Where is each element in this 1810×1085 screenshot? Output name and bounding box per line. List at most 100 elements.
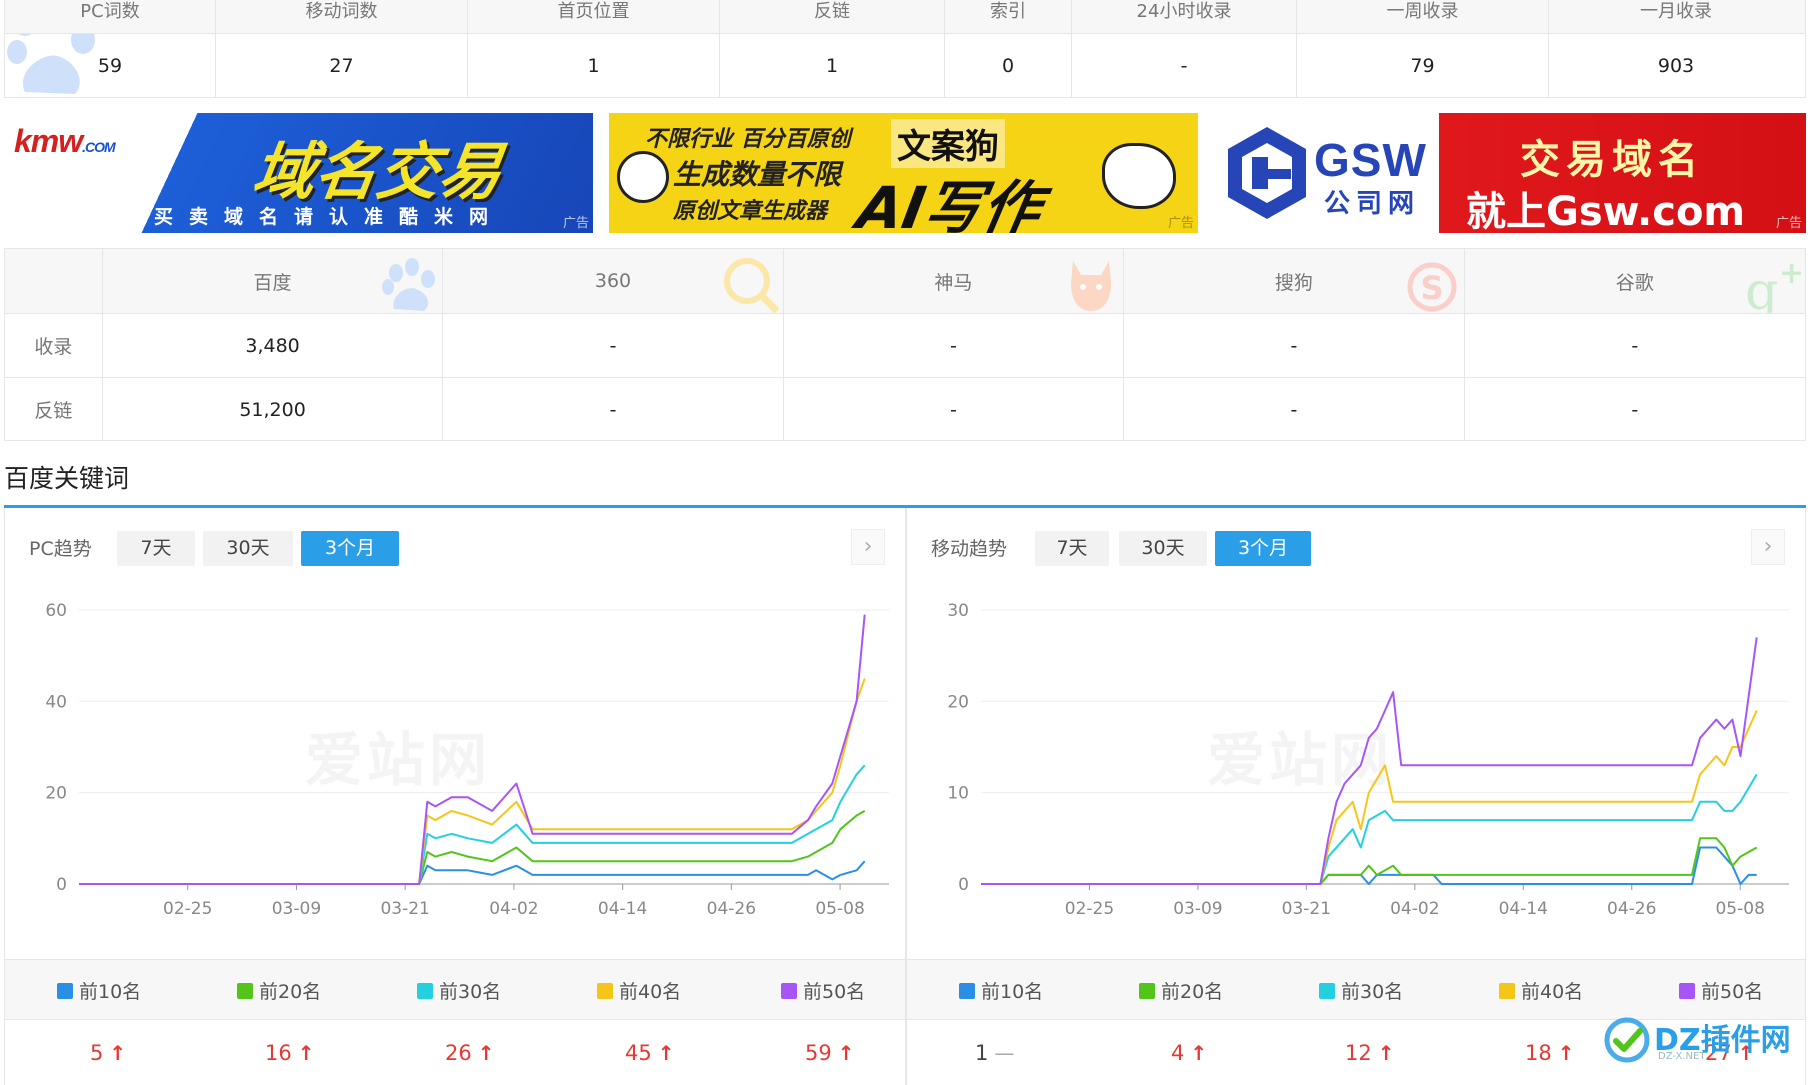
- series-line-1[interactable]: [79, 860, 866, 885]
- legend-swatch: [1679, 982, 1695, 999]
- stat-value: 1: [975, 1040, 989, 1065]
- engine-name: 神马: [934, 271, 973, 294]
- stat-top10: 5 ↑: [90, 1020, 126, 1085]
- x-tick-label: 03-21: [380, 899, 429, 919]
- engine-header-360[interactable]: 360: [443, 249, 784, 313]
- stat-top20: 16 ↑: [265, 1020, 315, 1085]
- chevron-right-icon[interactable]: ›: [851, 529, 885, 565]
- legend-swatch: [1139, 982, 1155, 999]
- stat-top50: 59 ↑: [805, 1020, 855, 1085]
- ad-banner-gsw[interactable]: GSW 公司网 交易域名 就上Gsw.com 广告: [1214, 113, 1806, 233]
- ad-banner-domain-trade[interactable]: kmw.COM 域名交易 买卖域名请认准酷米网 广告: [4, 113, 593, 233]
- ad-line1: 交易域名: [1520, 137, 1704, 183]
- arrow-up-icon: ↑: [837, 1040, 855, 1065]
- google-plus-icon: g +: [1745, 256, 1804, 313]
- legend-item-top20[interactable]: 前20名: [1139, 960, 1223, 1021]
- x-tick-label: 04-02: [489, 899, 538, 919]
- range-7d-button[interactable]: 7天: [117, 531, 195, 566]
- range-7d-button[interactable]: 7天: [1035, 531, 1109, 566]
- stat-value: 0: [945, 34, 1072, 98]
- stat-header-label: 索引: [990, 1, 1026, 22]
- series-line-3[interactable]: [79, 764, 866, 885]
- y-tick-label: 20: [947, 692, 969, 712]
- ad-line2: 生成数量不限: [673, 158, 842, 191]
- stat-header-label: 反链: [814, 1, 850, 22]
- y-tick-label: 30: [947, 601, 969, 621]
- engine-header-row: 百度 360 神马 搜狗 S 谷歌 g +: [5, 249, 1805, 313]
- rank-stats: 5 ↑ 16 ↑ 26 ↑ 45 ↑ 59 ↑: [5, 1020, 905, 1085]
- series-line-2[interactable]: [79, 810, 866, 885]
- ad-headline: 域名交易: [248, 135, 507, 208]
- ad-line1: 不限行业 百分百原创: [645, 127, 851, 152]
- section-title: 百度关键词: [4, 464, 130, 493]
- engine-value: -: [1124, 378, 1465, 441]
- stat-value: -: [1072, 34, 1297, 98]
- legend-label: 前30名: [1341, 981, 1404, 1003]
- chart-legend: 前10名 前20名 前30名 前40名 前50名: [5, 959, 905, 1020]
- legend-item-top40[interactable]: 前40名: [597, 960, 681, 1021]
- legend-swatch: [1499, 982, 1515, 999]
- stat-top30: 26 ↑: [445, 1020, 495, 1085]
- engine-name: 搜狗: [1274, 271, 1313, 294]
- fist-icon: [617, 151, 669, 203]
- search-engine-table: 百度 360 神马 搜狗 S 谷歌 g + 收录 3,480 - - - - 反…: [4, 248, 1806, 441]
- engine-header-google[interactable]: 谷歌 g +: [1465, 249, 1805, 313]
- stat-header-label: 一周收录: [1386, 1, 1459, 22]
- legend-item-top50[interactable]: 前50名: [781, 960, 865, 1021]
- y-tick-label: 0: [958, 875, 969, 895]
- pc-trend-panel: PC趋势 7天 30天 3个月 › 爱站网 020406002-2503-090…: [4, 508, 906, 1085]
- legend-item-top40[interactable]: 前40名: [1499, 960, 1583, 1021]
- engine-name: 谷歌: [1615, 271, 1654, 294]
- ad-brand: kmw: [14, 123, 83, 159]
- legend-item-top10[interactable]: 前10名: [959, 960, 1043, 1021]
- legend-item-top30[interactable]: 前30名: [417, 960, 501, 1021]
- ad-brand-sub: 公司网: [1324, 189, 1421, 219]
- y-tick-label: 40: [45, 692, 67, 712]
- stat-header-label: 24小时收录: [1136, 1, 1232, 22]
- stat-header: 首页位置: [468, 0, 720, 33]
- engine-value[interactable]: 3,480: [103, 314, 444, 377]
- range-30d-button[interactable]: 30天: [1119, 531, 1207, 566]
- legend-item-top10[interactable]: 前10名: [57, 960, 141, 1021]
- legend-swatch: [959, 982, 975, 999]
- y-tick-label: 10: [947, 784, 969, 804]
- row-label: 反链: [5, 378, 103, 441]
- series-line-2[interactable]: [981, 837, 1758, 885]
- range-3m-button[interactable]: 3个月: [1215, 531, 1311, 566]
- engine-value[interactable]: 51,200: [103, 378, 444, 441]
- engine-value: -: [1631, 334, 1639, 357]
- legend-item-top30[interactable]: 前30名: [1319, 960, 1403, 1021]
- stat-header: 移动词数: [216, 0, 468, 33]
- ad-banner-ai-writing[interactable]: 不限行业 百分百原创 生成数量不限 原创文章生成器 文案狗 AI写作 广告: [609, 113, 1198, 233]
- engine-header-shenma[interactable]: 神马: [784, 249, 1125, 313]
- arrow-up-icon: ↑: [1377, 1040, 1395, 1065]
- svg-text:S: S: [1420, 269, 1443, 307]
- chevron-right-icon[interactable]: ›: [1751, 529, 1785, 565]
- stat-header: 一月收录: [1549, 0, 1803, 33]
- engine-row-index: 收录 3,480- - - -: [5, 313, 1805, 377]
- legend-item-top20[interactable]: 前20名: [237, 960, 321, 1021]
- stat-top40: 18 ↑: [1525, 1020, 1575, 1085]
- ad-subline: 买卖域名请认准酷米网: [154, 206, 505, 228]
- x-tick-label: 05-08: [1715, 899, 1764, 919]
- range-3m-button[interactable]: 3个月: [301, 531, 399, 566]
- stat-value: 1: [468, 34, 720, 98]
- panel-title: PC趋势: [29, 538, 92, 560]
- range-30d-button[interactable]: 30天: [203, 531, 293, 566]
- engine-header-baidu[interactable]: 百度: [103, 249, 444, 313]
- svg-text:g: g: [1745, 262, 1778, 313]
- x-tick-label: 04-02: [1390, 899, 1439, 919]
- engine-value: -: [784, 314, 1125, 377]
- engine-header-sogou[interactable]: 搜狗 S: [1124, 249, 1465, 313]
- stat-value: 16: [265, 1040, 292, 1065]
- x-tick-label: 03-09: [272, 899, 321, 919]
- legend-label: 前20名: [1161, 981, 1224, 1003]
- stat-value: 59: [805, 1040, 832, 1065]
- stat-value: 79: [1297, 34, 1549, 98]
- series-line-4[interactable]: [79, 678, 866, 885]
- x-tick-label: 02-25: [1065, 899, 1114, 919]
- legend-label: 前50名: [1701, 981, 1764, 1003]
- series-line-5[interactable]: [981, 637, 1758, 885]
- alpaca-icon: [1071, 261, 1112, 311]
- sogou-s-icon: S: [1407, 262, 1457, 312]
